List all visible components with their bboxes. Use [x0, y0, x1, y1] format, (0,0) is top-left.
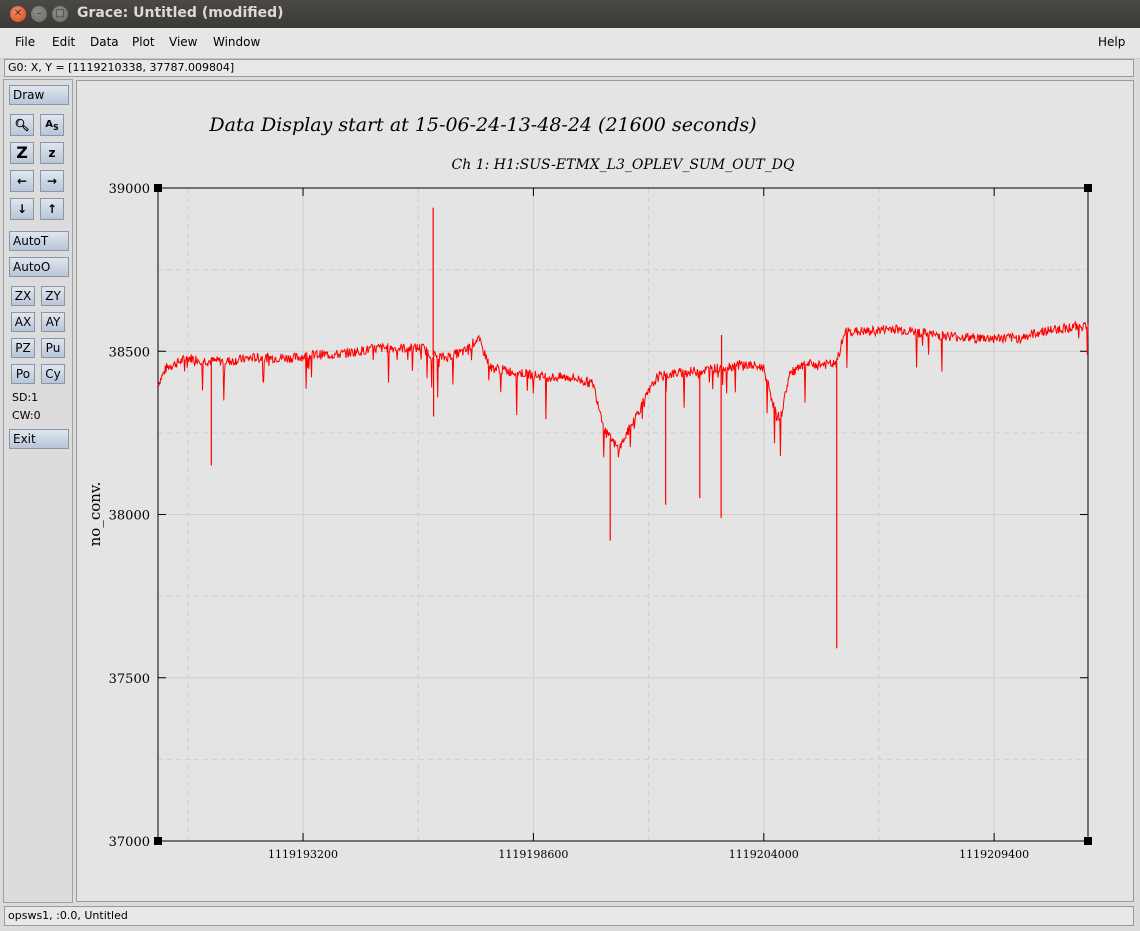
cy-button[interactable]: Cy — [41, 364, 65, 384]
po-button[interactable]: Po — [11, 364, 35, 384]
menu-bar: File Edit Data Plot View Window Help — [0, 28, 1140, 59]
menu-plot[interactable]: Plot — [132, 35, 155, 49]
zx-button[interactable]: ZX — [11, 286, 35, 306]
zoom-z-icon[interactable]: z — [40, 142, 64, 164]
set-default-label: SD:1 — [12, 391, 39, 404]
minimize-window-button[interactable]: – — [31, 6, 47, 22]
autot-button[interactable]: AutoT — [9, 231, 69, 251]
menu-edit[interactable]: Edit — [52, 35, 75, 49]
zy-button[interactable]: ZY — [41, 286, 65, 306]
current-world-label: CW:0 — [12, 409, 41, 422]
menu-file[interactable]: File — [15, 35, 35, 49]
ay-button[interactable]: AY — [41, 312, 65, 332]
exit-button[interactable]: Exit — [9, 429, 69, 449]
menu-data[interactable]: Data — [90, 35, 119, 49]
arrow-down-icon[interactable]: ↓ — [10, 198, 34, 220]
window-title: Grace: Untitled (modified) — [77, 5, 284, 21]
ax-button[interactable]: AX — [11, 312, 35, 332]
menu-window[interactable]: Window — [213, 35, 260, 49]
maximize-window-button[interactable]: □ — [52, 6, 68, 22]
pu-button[interactable]: Pu — [41, 338, 65, 358]
draw-button[interactable]: Draw — [9, 85, 69, 105]
graph-canvas[interactable] — [76, 80, 1134, 902]
tool-panel: Draw 🔍︎ AS Z z ← → ↓ ↑ AutoT AutoO ZX ZY… — [3, 79, 73, 903]
autoo-button[interactable]: AutoO — [9, 257, 69, 277]
close-window-button[interactable]: ✕ — [10, 6, 26, 22]
status-bar: opsws1, :0.0, Untitled — [4, 906, 1134, 926]
pz-button[interactable]: PZ — [11, 338, 35, 358]
title-bar: ✕ – □ Grace: Untitled (modified) — [0, 0, 1140, 28]
arrow-left-icon[interactable]: ← — [10, 170, 34, 192]
text-label-icon[interactable]: AS — [40, 114, 64, 136]
menu-help[interactable]: Help — [1098, 35, 1125, 49]
arrow-right-icon[interactable]: → — [40, 170, 64, 192]
autoscale-z-icon[interactable]: Z — [10, 142, 34, 164]
arrow-up-icon[interactable]: ↑ — [40, 198, 64, 220]
locator-readout: G0: X, Y = [1119210338, 37787.009804] — [4, 59, 1134, 77]
menu-view[interactable]: View — [169, 35, 197, 49]
zoom-icon[interactable]: 🔍︎ — [10, 114, 34, 136]
